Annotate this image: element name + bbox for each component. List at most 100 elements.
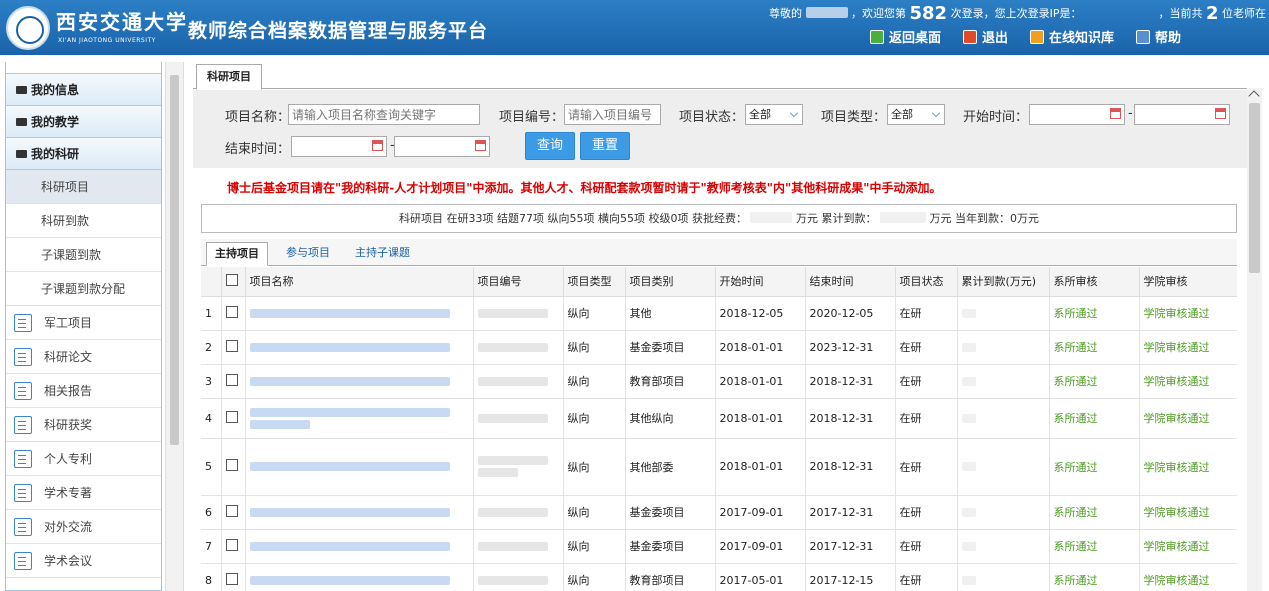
project-name-cell[interactable]	[245, 330, 474, 365]
end-time-to-input[interactable]	[394, 136, 490, 157]
project-type-cell: 纵向	[563, 529, 626, 564]
sidebar-item-research-projects[interactable]: 科研项目	[6, 170, 161, 204]
col-header[interactable]: 系所审核	[1049, 267, 1140, 297]
project-category-cell: 其他纵向	[625, 398, 716, 439]
sidebar-item-subtopic-allocation[interactable]: 子课题到款分配	[6, 272, 161, 306]
logout-button[interactable]: 退出	[963, 27, 1008, 46]
row-checkbox[interactable]	[225, 572, 238, 585]
help-button[interactable]: 帮助	[1136, 27, 1181, 46]
calendar-icon[interactable]	[1110, 108, 1121, 119]
sidebar-item-papers[interactable]: 科研论文	[6, 340, 161, 374]
redacted-project-link[interactable]	[249, 342, 450, 352]
project-name-cell[interactable]	[245, 529, 474, 564]
row-checkbox[interactable]	[225, 459, 238, 471]
col-header[interactable]: 结束时间	[805, 267, 896, 297]
dept-review-cell: 系所通过	[1049, 529, 1140, 564]
table-row[interactable]: 6 纵向 基金委项目 2017-09-01 2017-12-31 在研 系所通过 学院审核通过	[201, 495, 1237, 530]
start-date-cell: 2017-09-01	[715, 495, 806, 530]
col-header[interactable]: 项目编号	[473, 267, 564, 297]
project-name-input[interactable]	[288, 104, 480, 125]
tab-joined-projects[interactable]: 参与项目	[278, 242, 338, 266]
table-row[interactable]: 2 纵向 基金委项目 2018-01-01 2023-12-31 在研 系所通过 学院审核通过	[201, 330, 1237, 365]
select-all-checkbox[interactable]	[225, 273, 238, 286]
redacted-project-link[interactable]	[249, 575, 450, 585]
query-button[interactable]: 查询	[525, 132, 575, 160]
sidebar-item-exchange[interactable]: 对外交流	[6, 510, 161, 544]
row-checkbox[interactable]	[225, 538, 238, 551]
sidebar-item-awards[interactable]: 科研获奖	[6, 408, 161, 442]
sidebar-item-monographs[interactable]: 学术专著	[6, 476, 161, 510]
row-checkbox[interactable]	[225, 373, 238, 386]
col-header[interactable]: 开始时间	[715, 267, 806, 297]
knowledge-base-button[interactable]: 在线知识库	[1030, 27, 1114, 46]
back-desktop-button[interactable]: 返回桌面	[870, 27, 941, 46]
project-type-select[interactable]: 全部	[887, 104, 945, 125]
project-name-cell[interactable]	[245, 296, 474, 331]
sidebar-scrollbar[interactable]	[170, 75, 179, 445]
row-checkbox[interactable]	[225, 504, 238, 517]
table-row[interactable]: 3 纵向 教育部项目 2018-01-01 2018-12-31 在研 系所通过 学院审核通过	[201, 364, 1237, 399]
redacted-project-link[interactable]	[249, 507, 450, 517]
tab-hosted-projects[interactable]: 主持项目	[206, 242, 268, 266]
col-header[interactable]: 项目类别	[625, 267, 716, 297]
redacted-project-link[interactable]	[249, 308, 450, 318]
redacted-project-link[interactable]	[249, 407, 450, 417]
project-status-select[interactable]: 全部	[745, 104, 803, 125]
row-checkbox[interactable]	[225, 410, 238, 423]
project-name-cell[interactable]	[245, 563, 474, 591]
col-header[interactable]: 项目类型	[563, 267, 626, 297]
project-name-cell[interactable]	[245, 364, 474, 399]
main-scrollbar-thumb[interactable]	[1249, 103, 1260, 273]
row-number: 2	[201, 330, 222, 365]
col-header[interactable]: 项目名称	[245, 267, 474, 297]
sidebar-item-subtopic-funding[interactable]: 子课题到款	[6, 238, 161, 272]
sidebar-group-research[interactable]: 我的科研	[6, 138, 161, 170]
redacted-project-link[interactable]	[249, 419, 310, 429]
row-checkbox[interactable]	[225, 339, 238, 352]
calendar-icon[interactable]	[1215, 108, 1226, 119]
reset-button[interactable]: 重置	[580, 132, 630, 160]
project-name-cell[interactable]	[245, 495, 474, 530]
funding-cell	[957, 563, 1050, 591]
col-header[interactable]: 学院审核	[1139, 267, 1237, 297]
sidebar-item-military[interactable]: 军工项目	[6, 306, 161, 340]
document-icon	[14, 483, 32, 502]
school-name-en: XI'AN JIAOTONG UNIVERSITY	[58, 37, 156, 44]
tab-research-projects[interactable]: 科研项目	[196, 64, 262, 90]
redacted-project-link[interactable]	[249, 541, 450, 551]
end-date-cell: 2018-12-31	[805, 398, 896, 439]
row-checkbox[interactable]	[225, 305, 238, 318]
table-row[interactable]: 8 纵向 教育部项目 2017-05-01 2017-12-15 在研 系所通过 学院审核通过	[201, 563, 1237, 591]
col-header[interactable]: 累计到款(万元)	[957, 267, 1050, 297]
table-row[interactable]: 1 纵向 其他 2018-12-05 2020-12-05 在研 系所通过 学院审核通过	[201, 296, 1237, 331]
online-suffix: 位老师在	[1222, 7, 1266, 20]
end-time-from-input[interactable]	[291, 136, 387, 157]
project-name-cell[interactable]	[245, 438, 474, 496]
table-row[interactable]: 7 纵向 基金委项目 2017-09-01 2017-12-31 在研 系所通过 学院审核通过	[201, 529, 1237, 564]
start-time-from-input[interactable]	[1029, 104, 1125, 125]
redacted-project-link[interactable]	[249, 376, 450, 386]
project-name-cell[interactable]	[245, 398, 474, 439]
calendar-icon[interactable]	[372, 140, 383, 151]
calendar-icon[interactable]	[475, 140, 486, 151]
project-code-input[interactable]	[564, 104, 661, 125]
app-title: 教师综合档案数据管理与服务平台	[188, 20, 489, 42]
sidebar-item-conferences[interactable]: 学术会议	[6, 544, 161, 578]
sidebar-group-teaching[interactable]: 我的教学	[6, 106, 161, 138]
main-panel: 科研项目 项目名称： 项目编号： 项目状态： 全部 项目类型： 全部 开始时间：…	[193, 62, 1252, 591]
project-status-cell: 在研	[895, 438, 958, 496]
tab-hosted-subtopics[interactable]: 主持子课题	[347, 242, 418, 266]
table-row[interactable]: 5 纵向 其他部委 2018-01-01 2018-12-31 在研 系所通过 学院审核通过	[201, 438, 1237, 496]
welcome-text: 尊敬的 ，欢迎您第 582 次登录，您上次登录IP是： ，当前共 2 位老师在	[769, 3, 1266, 24]
sidebar-group-info[interactable]: 我的信息	[6, 74, 161, 106]
redacted-project-code	[477, 456, 548, 465]
sidebar-item-research-funding[interactable]: 科研到款	[6, 204, 161, 238]
start-date-cell: 2017-05-01	[715, 563, 806, 591]
redacted-project-link[interactable]	[249, 462, 450, 471]
sidebar-item-reports[interactable]: 相关报告	[6, 374, 161, 408]
sidebar-item-patents[interactable]: 个人专利	[6, 442, 161, 476]
start-time-to-input[interactable]	[1134, 104, 1230, 125]
row-select	[221, 529, 246, 564]
col-header[interactable]: 项目状态	[895, 267, 958, 297]
table-row[interactable]: 4 纵向 其他纵向 2018-01-01 2018-12-31 在研 系所通过 学院审核通过	[201, 398, 1237, 439]
